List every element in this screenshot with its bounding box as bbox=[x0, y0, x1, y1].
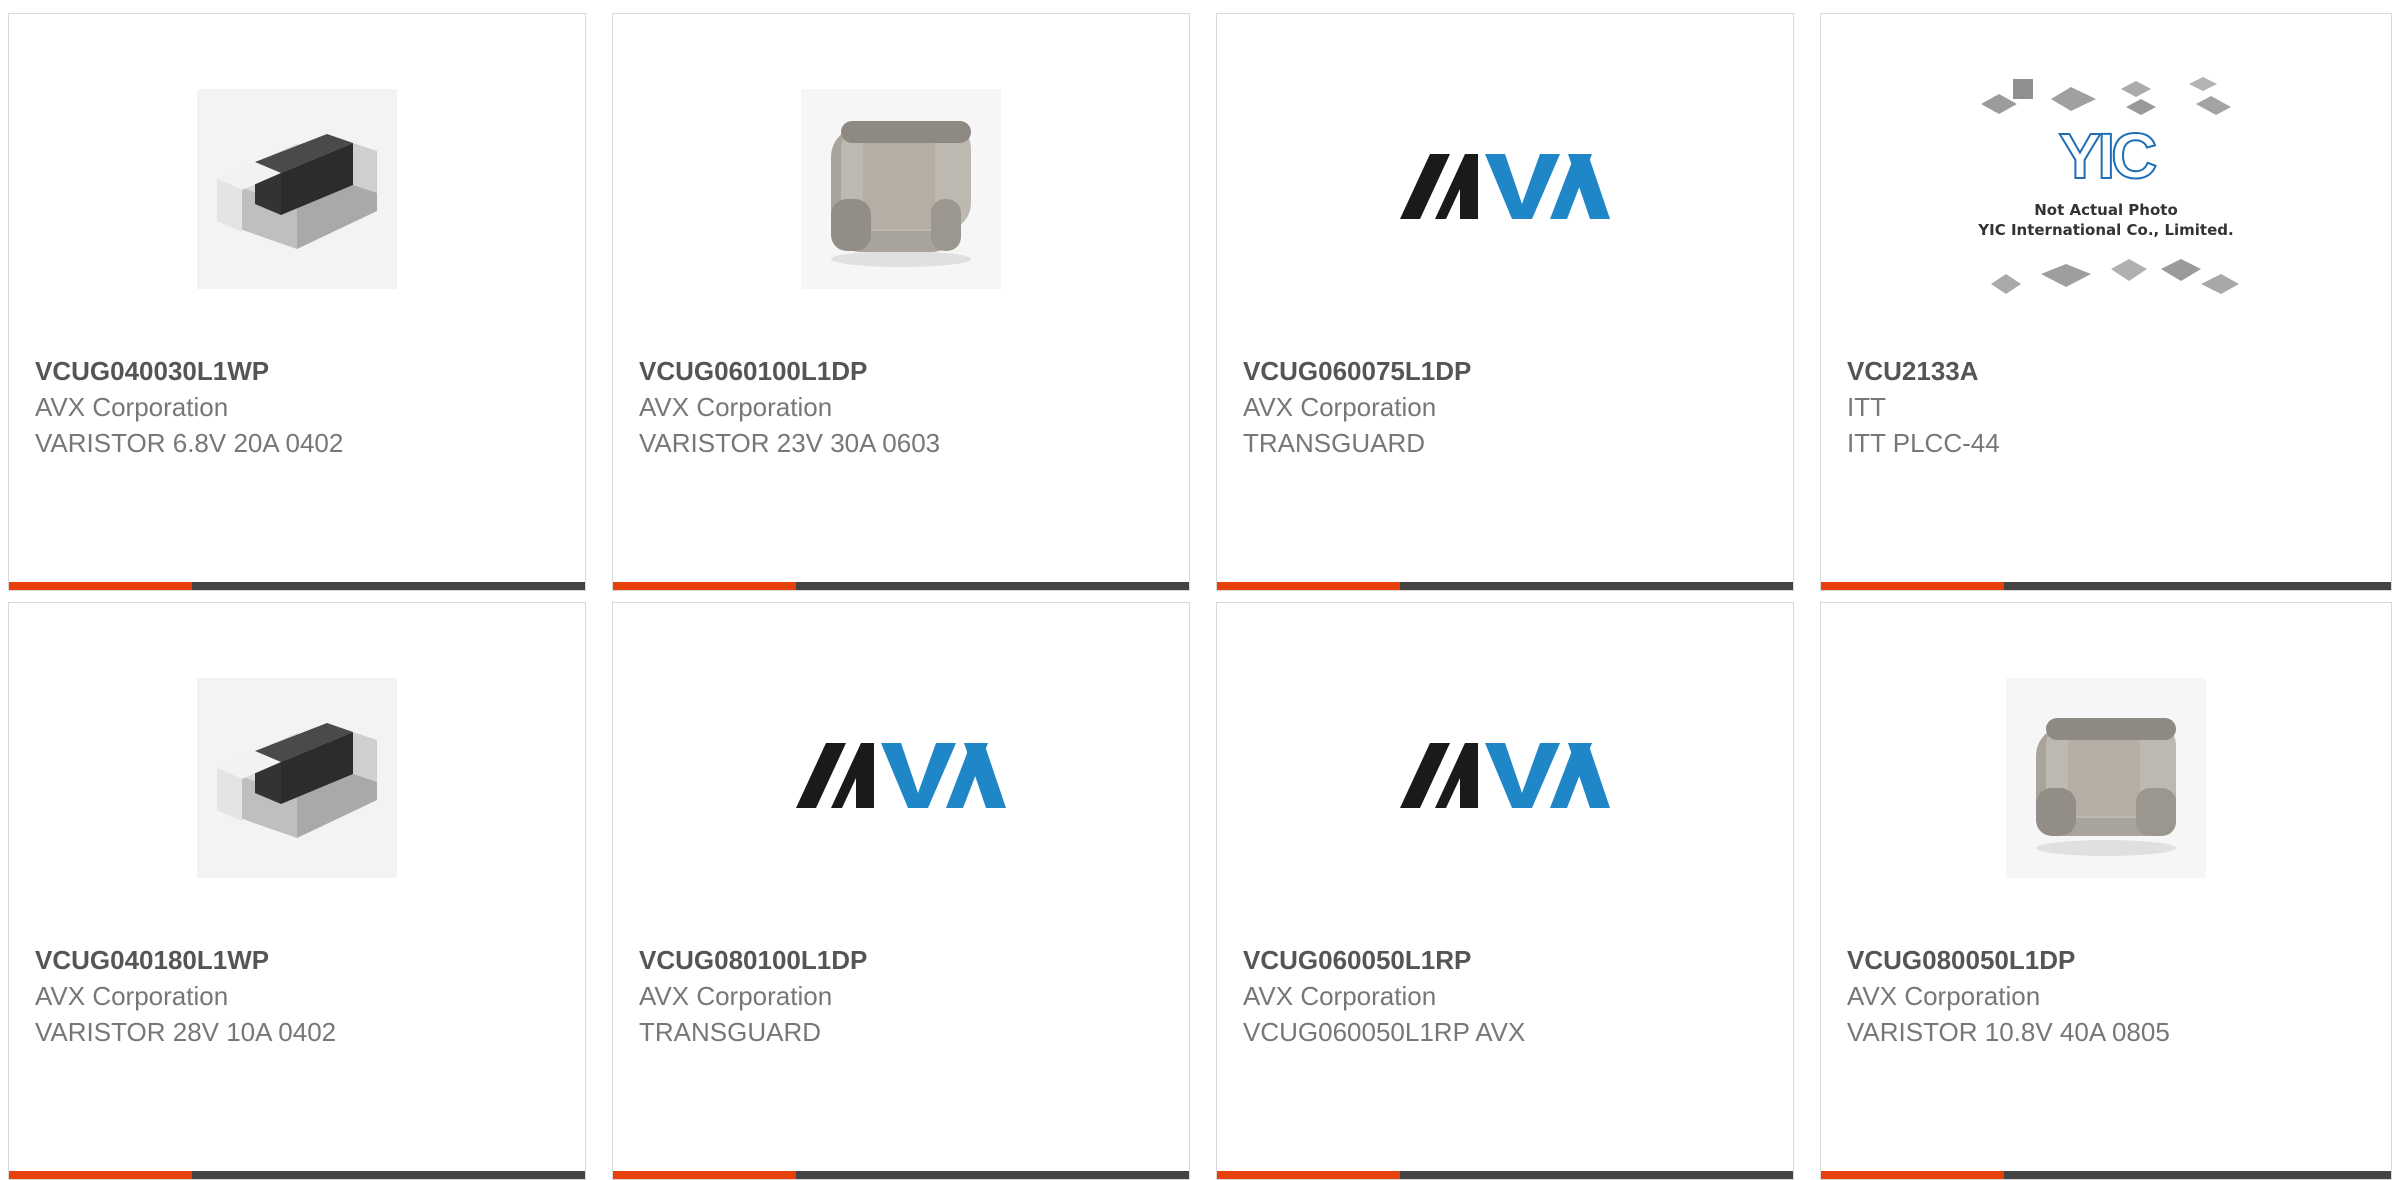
manufacturer: AVX Corporation bbox=[1847, 981, 2041, 1011]
product-info: VCUG060100L1DP AVX Corporation VARISTOR … bbox=[639, 353, 1169, 461]
placeholder-caption-1: Not Actual Photo bbox=[2034, 201, 2178, 219]
description: TRANSGUARD bbox=[639, 1017, 822, 1047]
manufacturer: AVX Corporation bbox=[639, 981, 833, 1011]
card-bottom-bar bbox=[1217, 1171, 1793, 1179]
product-card[interactable]: VCUG080050L1DP AVX Corporation VARISTOR … bbox=[1820, 602, 2392, 1180]
product-info: VCUG060075L1DP AVX Corporation TRANSGUAR… bbox=[1243, 353, 1773, 461]
card-bottom-bar bbox=[1821, 582, 2391, 590]
placeholder-caption-2: YIC International Co., Limited. bbox=[1978, 221, 2234, 239]
manufacturer: AVX Corporation bbox=[35, 392, 229, 422]
part-number: VCUG060075L1DP bbox=[1243, 356, 1472, 386]
product-info: VCUG040180L1WP AVX Corporation VARISTOR … bbox=[35, 942, 565, 1050]
part-number: VCUG060050L1RP bbox=[1243, 945, 1472, 975]
part-number: VCU2133A bbox=[1847, 356, 1979, 386]
product-image bbox=[9, 84, 585, 294]
description: VARISTOR 28V 10A 0402 bbox=[35, 1017, 337, 1047]
card-bottom-bar bbox=[9, 582, 585, 590]
product-image bbox=[1217, 673, 1793, 883]
manufacturer: AVX Corporation bbox=[35, 981, 229, 1011]
yic-logo: YIC bbox=[2058, 119, 2159, 193]
chip-varistor-icon bbox=[197, 678, 397, 878]
product-image bbox=[1217, 84, 1793, 294]
avx-logo bbox=[1400, 149, 1610, 229]
description: TRANSGUARD bbox=[1243, 428, 1426, 458]
card-bottom-bar bbox=[613, 1171, 1189, 1179]
product-info: VCUG040030L1WP AVX Corporation VARISTOR … bbox=[35, 353, 565, 461]
avx-logo bbox=[1400, 738, 1610, 818]
part-number: VCUG080100L1DP bbox=[639, 945, 868, 975]
part-number: VCUG060100L1DP bbox=[639, 356, 868, 386]
yic-placeholder-image: YIC Not Actual Photo YIC International C… bbox=[1971, 69, 2241, 309]
product-card[interactable]: VCUG080100L1DP AVX Corporation TRANSGUAR… bbox=[612, 602, 1190, 1180]
manufacturer: AVX Corporation bbox=[1243, 981, 1437, 1011]
product-image bbox=[613, 84, 1189, 294]
part-number: VCUG040030L1WP bbox=[35, 356, 270, 386]
description: ITT PLCC-44 bbox=[1847, 428, 2000, 458]
ceramic-chip-icon bbox=[801, 89, 1001, 289]
product-card[interactable]: VCUG060100L1DP AVX Corporation VARISTOR … bbox=[612, 13, 1190, 591]
product-card[interactable]: VCUG060050L1RP AVX Corporation VCUG06005… bbox=[1216, 602, 1794, 1180]
part-number: VCUG080050L1DP bbox=[1847, 945, 2076, 975]
product-image bbox=[1821, 673, 2391, 883]
product-image bbox=[613, 673, 1189, 883]
description: VARISTOR 10.8V 40A 0805 bbox=[1847, 1017, 2170, 1047]
product-card[interactable]: VCUG040180L1WP AVX Corporation VARISTOR … bbox=[8, 602, 586, 1180]
product-card[interactable]: VCUG060075L1DP AVX Corporation TRANSGUAR… bbox=[1216, 13, 1794, 591]
product-info: VCU2133A ITT ITT PLCC-44 bbox=[1847, 353, 2371, 461]
manufacturer: AVX Corporation bbox=[639, 392, 833, 422]
product-card[interactable]: YIC Not Actual Photo YIC International C… bbox=[1820, 13, 2392, 591]
manufacturer: AVX Corporation bbox=[1243, 392, 1437, 422]
chip-varistor-icon bbox=[197, 89, 397, 289]
product-image bbox=[9, 673, 585, 883]
card-bottom-bar bbox=[613, 582, 1189, 590]
card-bottom-bar bbox=[9, 1171, 585, 1179]
product-info: VCUG080100L1DP AVX Corporation TRANSGUAR… bbox=[639, 942, 1169, 1050]
product-image: YIC Not Actual Photo YIC International C… bbox=[1821, 77, 2391, 294]
product-info: VCUG060050L1RP AVX Corporation VCUG06005… bbox=[1243, 942, 1773, 1050]
card-bottom-bar bbox=[1217, 582, 1793, 590]
description: VARISTOR 6.8V 20A 0402 bbox=[35, 428, 344, 458]
product-grid: VCUG040030L1WP AVX Corporation VARISTOR … bbox=[0, 0, 2400, 1180]
product-card[interactable]: VCUG040030L1WP AVX Corporation VARISTOR … bbox=[8, 13, 586, 591]
manufacturer: ITT bbox=[1847, 392, 1886, 422]
ceramic-chip-icon bbox=[2006, 678, 2206, 878]
description: VCUG060050L1RP AVX bbox=[1243, 1017, 1526, 1047]
part-number: VCUG040180L1WP bbox=[35, 945, 270, 975]
product-info: VCUG080050L1DP AVX Corporation VARISTOR … bbox=[1847, 942, 2371, 1050]
avx-logo bbox=[796, 738, 1006, 818]
description: VARISTOR 23V 30A 0603 bbox=[639, 428, 941, 458]
card-bottom-bar bbox=[1821, 1171, 2391, 1179]
